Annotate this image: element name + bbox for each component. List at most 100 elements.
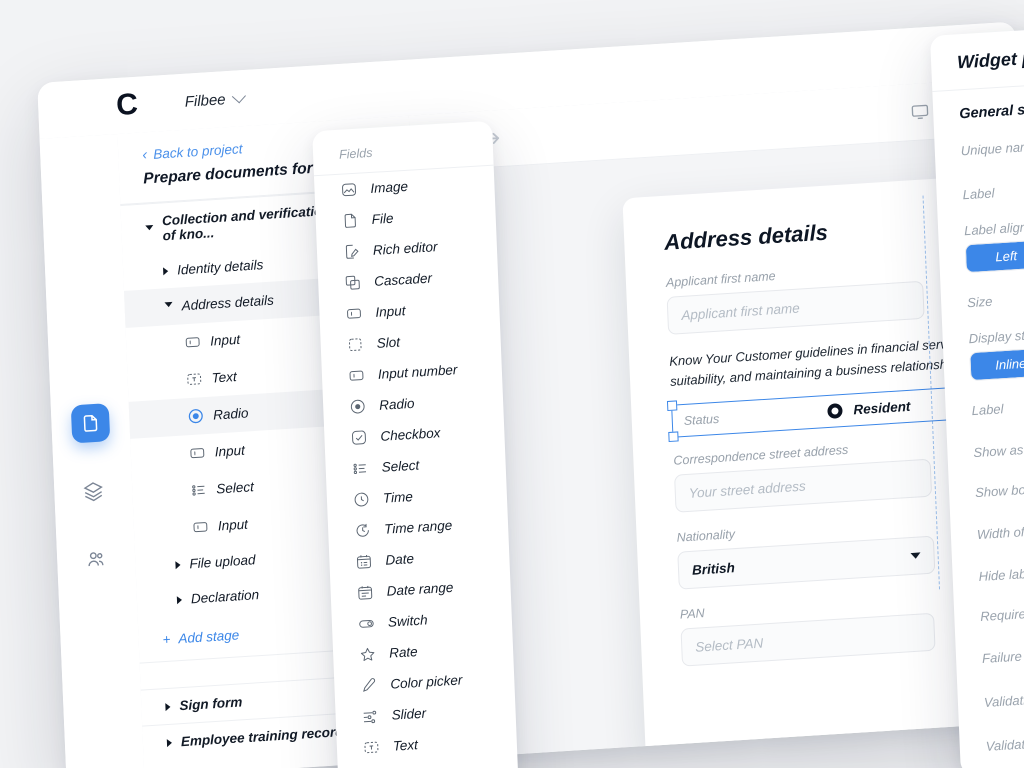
field-applicant-first-name: Applicant first name Applicant first nam… [666, 260, 925, 335]
chevron-left-icon: ‹ [141, 146, 148, 164]
field-item-label: Color picker [390, 672, 463, 692]
rail-item-documents[interactable] [70, 403, 111, 444]
first-name-input[interactable]: Applicant first name [666, 280, 925, 335]
field-item-label: Radio [378, 395, 415, 413]
tree-section-label: Sign form [179, 694, 243, 714]
tree-item-label: Text [211, 369, 237, 386]
text-icon [187, 373, 202, 385]
tree-node-label: File upload [189, 552, 256, 572]
caret-down-icon [910, 552, 921, 560]
field-item-label: Text [392, 737, 419, 754]
pan-select[interactable]: Select PAN [680, 612, 936, 667]
rail-item-users[interactable] [76, 539, 116, 579]
screen: C Filbee ‹ Back to project Prepare docum… [0, 0, 1024, 768]
segment-option-inline[interactable]: Inline [970, 348, 1024, 381]
street-input[interactable]: Your street address [674, 458, 933, 513]
radio-icon [350, 399, 365, 414]
switch-icon [359, 619, 374, 628]
input-number-icon [349, 370, 364, 381]
field-item-label: Rate [388, 644, 418, 661]
triangle-right-icon [175, 560, 181, 569]
rail-item-layers[interactable] [74, 471, 114, 511]
prop-label: Hide label [978, 565, 1024, 584]
tree-item-label: Select [216, 479, 255, 497]
field-item-label: Input number [377, 362, 458, 382]
prop-label: Unique name [960, 138, 1024, 158]
field-item-label: Image [370, 178, 409, 196]
chevron-down-icon [231, 88, 246, 103]
input-icon [190, 448, 205, 459]
file-icon [344, 213, 356, 228]
tree-item-label: Input [217, 516, 249, 534]
slider-icon [363, 710, 377, 724]
resize-handle-tl[interactable] [666, 400, 678, 412]
cascader-icon [345, 275, 360, 290]
label-align-segment[interactable]: Left Center [964, 234, 1024, 274]
display-style-segment[interactable]: Inline Block [969, 342, 1024, 382]
tree-node-label: Declaration [190, 587, 260, 607]
prop-label: Label [962, 184, 995, 202]
field-item-label: Date [385, 551, 415, 568]
triangle-down-icon [164, 301, 173, 312]
radio-option-resident[interactable]: Resident [827, 399, 911, 419]
tree-node-label: Identity details [176, 257, 264, 278]
nationality-select[interactable]: British [677, 535, 936, 590]
select-icon [192, 485, 205, 496]
app-logo[interactable]: C [116, 88, 138, 122]
field-item-label: Input [375, 303, 406, 320]
monitor-icon [911, 104, 929, 120]
color-picker-icon [363, 678, 376, 692]
users-icon [88, 552, 104, 567]
nationality-value: British [691, 559, 736, 578]
triangle-right-icon [165, 702, 171, 711]
back-label: Back to project [152, 141, 243, 162]
triangle-right-icon [176, 595, 183, 604]
prop-label: Show as button [973, 439, 1024, 460]
layers-icon [83, 482, 103, 502]
prop-label: Validation hint [985, 733, 1024, 754]
field-correspondence-street: Correspondence street address Your stree… [673, 438, 933, 513]
time-icon [354, 492, 369, 507]
time-range-icon [356, 523, 369, 537]
field-item-label: File [371, 210, 394, 227]
status-label: Status [683, 411, 720, 428]
rich-editor-icon [345, 244, 359, 259]
prop-label: Required [980, 605, 1024, 624]
prop-label: Show border [974, 480, 1024, 500]
app-window: C Filbee ‹ Back to project Prepare docum… [37, 21, 1024, 768]
field-item-label: Time range [383, 517, 453, 537]
radio-icon [188, 409, 203, 424]
field-item-label: Cascader [373, 270, 433, 289]
field-item-label: Checkbox [380, 425, 441, 444]
field-item-label: Slot [376, 334, 401, 351]
slot-icon [348, 338, 362, 352]
input-icon [347, 308, 361, 319]
plus-icon: + [162, 631, 171, 648]
workspace-switcher[interactable]: Filbee [184, 88, 246, 110]
select-icon [353, 463, 367, 475]
radio-selected-icon [827, 403, 843, 419]
field-item-label: Switch [387, 612, 428, 630]
prop-label: Label [971, 400, 1004, 418]
tree-node-label: Address details [181, 292, 275, 314]
document-icon [83, 414, 98, 432]
segment-option-left[interactable]: Left [965, 240, 1024, 273]
prop-label: Size [966, 293, 993, 310]
field-pan: PAN Select PAN [680, 592, 936, 667]
checkbox-icon [352, 430, 366, 445]
field-item-label: Rich editor [372, 239, 438, 258]
tree-item-label: Radio [212, 405, 249, 423]
fields-panel: Fields Image File Rich editor Cascader I… [312, 120, 521, 768]
resize-handle-bl[interactable] [668, 431, 679, 443]
rate-icon [360, 647, 375, 661]
tree-item-label: Input [214, 442, 246, 460]
field-nationality: Nationality British [676, 514, 948, 590]
field-item-label: Slider [391, 705, 427, 723]
add-stage-label: Add stage [178, 627, 240, 647]
field-item-label: Select [381, 457, 420, 475]
prop-label: Failure hint [981, 647, 1024, 666]
image-icon [342, 183, 357, 197]
input-icon [193, 522, 208, 533]
triangle-right-icon [163, 266, 169, 275]
date-range-icon [358, 585, 373, 600]
